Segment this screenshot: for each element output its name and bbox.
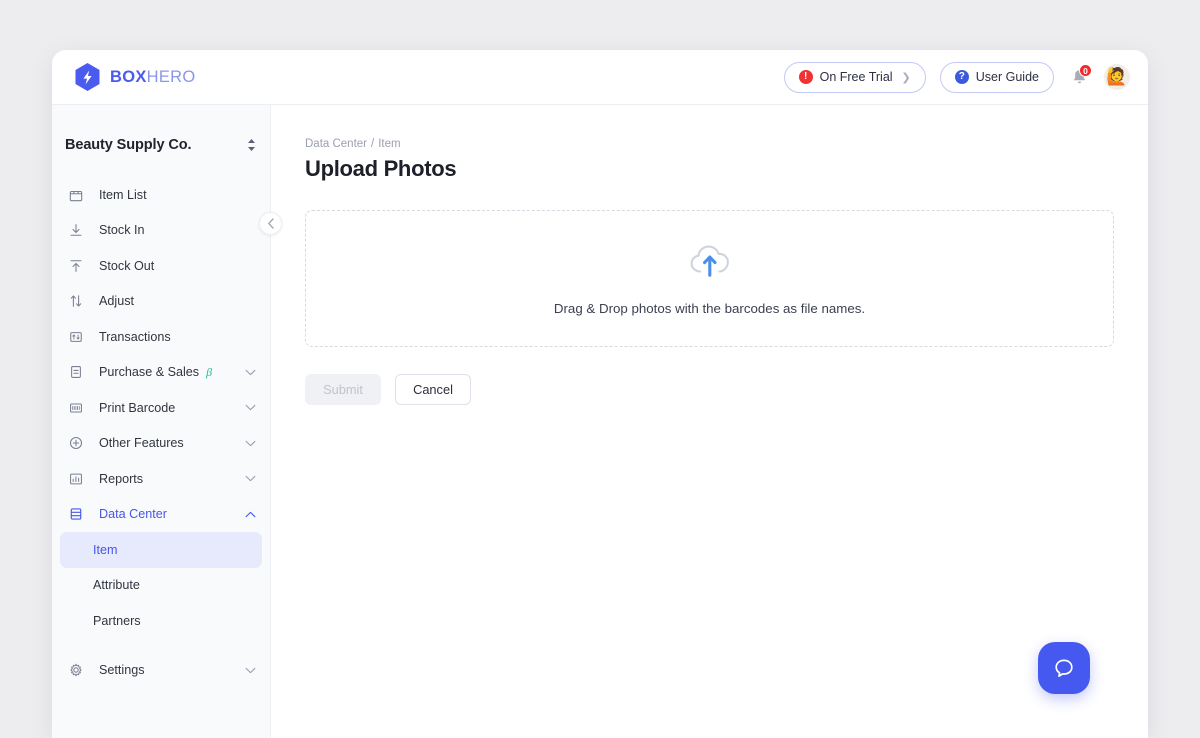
brand-name-light: HERO (147, 68, 196, 87)
workspace-name: Beauty Supply Co. (65, 137, 191, 153)
sidebar-item-label: Adjust (99, 294, 134, 308)
app-body: Beauty Supply Co. Item List (52, 105, 1148, 738)
sidebar-item-label: Item List (99, 188, 147, 202)
avatar[interactable]: 🙋 (1104, 64, 1130, 90)
chat-support-button[interactable] (1038, 642, 1090, 694)
breadcrumb-separator: / (371, 138, 374, 150)
gear-icon (66, 663, 85, 677)
dropzone-text: Drag & Drop photos with the barcodes as … (554, 301, 865, 316)
user-guide-button[interactable]: ? User Guide (940, 62, 1054, 93)
sidebar-item-other-features[interactable]: Other Features (52, 426, 270, 462)
sidebar-subitem-item[interactable]: Item (60, 532, 262, 568)
app-window: BOXHERO ! On Free Trial ❯ ? User Guide 0 (52, 50, 1148, 738)
sidebar-subitem-label: Partners (93, 614, 141, 628)
free-trial-label: On Free Trial (820, 70, 893, 84)
box-icon (66, 188, 85, 202)
barcode-icon (66, 401, 85, 415)
brand-name-bold: BOX (110, 68, 147, 87)
brand-name: BOXHERO (110, 68, 196, 87)
chat-bubble-icon (1051, 655, 1077, 681)
notifications-button[interactable]: 0 (1068, 65, 1090, 89)
workspace-chevron-updown-icon (247, 138, 256, 152)
top-bar: BOXHERO ! On Free Trial ❯ ? User Guide 0 (52, 50, 1148, 105)
alert-circle-icon: ! (799, 70, 813, 84)
brand-logo[interactable]: BOXHERO (74, 62, 196, 92)
breadcrumb-parent[interactable]: Data Center (305, 138, 367, 150)
hexagon-bolt-logo-icon (74, 62, 101, 92)
chevron-down-icon (245, 440, 256, 447)
sidebar-item-stock-in[interactable]: Stock In (52, 213, 270, 249)
chevron-down-icon (245, 475, 256, 482)
cloud-upload-icon (688, 242, 732, 283)
beta-badge: β (206, 365, 212, 380)
user-guide-label: User Guide (976, 70, 1039, 84)
sidebar-subitem-label: Item (93, 543, 118, 557)
sidebar-item-transactions[interactable]: Transactions (52, 319, 270, 355)
document-icon (66, 365, 85, 379)
chevron-down-icon (245, 369, 256, 376)
breadcrumb: Data Center / Item (305, 138, 1114, 150)
form-actions: Submit Cancel (305, 374, 1114, 405)
page-title: Upload Photos (305, 156, 1114, 182)
sidebar-item-label: Purchase & Sales (99, 365, 199, 379)
free-trial-button[interactable]: ! On Free Trial ❯ (784, 62, 926, 93)
sidebar-item-label: Reports (99, 472, 143, 486)
notification-badge: 0 (1079, 64, 1092, 77)
chevron-down-icon (245, 667, 256, 674)
sidebar-subitem-label: Attribute (93, 578, 140, 592)
sidebar-item-label: Print Barcode (99, 401, 175, 415)
sidebar-item-reports[interactable]: Reports (52, 461, 270, 497)
sidebar-item-label: Stock Out (99, 259, 154, 273)
swap-arrows-icon (66, 294, 85, 308)
sidebar-subitem-attribute[interactable]: Attribute (60, 568, 262, 604)
question-circle-icon: ? (955, 70, 969, 84)
database-icon (66, 507, 85, 521)
avatar-emoji: 🙋 (1106, 67, 1127, 87)
sidebar: Beauty Supply Co. Item List (52, 105, 271, 738)
top-bar-actions: ! On Free Trial ❯ ? User Guide 0 🙋 (784, 62, 1130, 93)
sidebar-item-settings[interactable]: Settings (52, 653, 270, 689)
arrow-down-icon (66, 223, 85, 237)
chevron-left-icon (267, 218, 275, 229)
transactions-icon (66, 330, 85, 344)
arrow-up-icon (66, 259, 85, 273)
sidebar-item-print-barcode[interactable]: Print Barcode (52, 390, 270, 426)
cancel-button[interactable]: Cancel (395, 374, 471, 405)
sidebar-item-label: Stock In (99, 223, 145, 237)
photo-dropzone[interactable]: Drag & Drop photos with the barcodes as … (305, 210, 1114, 347)
sidebar-item-label: Data Center (99, 507, 167, 521)
sidebar-subitem-partners[interactable]: Partners (60, 603, 262, 639)
sidebar-item-purchase-and-sales[interactable]: Purchase & Sales β (52, 355, 270, 391)
chevron-up-icon (245, 511, 256, 518)
bar-chart-icon (66, 472, 85, 486)
sidebar-item-label: Transactions (99, 330, 171, 344)
sidebar-spacer (52, 639, 270, 653)
sidebar-item-label: Settings (99, 663, 145, 677)
breadcrumb-current[interactable]: Item (378, 138, 400, 150)
sidebar-item-item-list[interactable]: Item List (52, 177, 270, 213)
main-content: Data Center / Item Upload Photos Drag & Dr… (271, 105, 1148, 738)
submit-button[interactable]: Submit (305, 374, 381, 405)
plus-circle-icon (66, 436, 85, 450)
sidebar-item-adjust[interactable]: Adjust (52, 284, 270, 320)
workspace-selector[interactable]: Beauty Supply Co. (52, 119, 270, 171)
sidebar-collapse-button[interactable] (259, 212, 282, 235)
sidebar-item-data-center[interactable]: Data Center (52, 497, 270, 533)
sidebar-item-label: Other Features (99, 436, 184, 450)
chevron-down-icon (245, 404, 256, 411)
sidebar-item-stock-out[interactable]: Stock Out (52, 248, 270, 284)
chevron-right-icon: ❯ (902, 71, 911, 84)
